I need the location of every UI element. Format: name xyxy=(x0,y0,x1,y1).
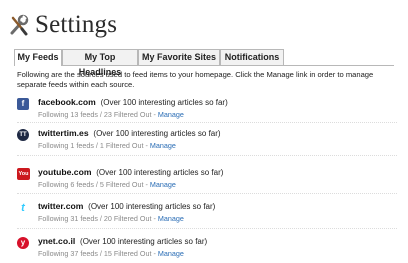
divider xyxy=(17,122,397,123)
feed-site-name: facebook.com (Over 100 interesting artic… xyxy=(38,97,228,107)
feed-site-name: youtube.com (Over 100 interesting articl… xyxy=(38,167,224,177)
tools-icon xyxy=(9,14,29,36)
intro-text: Following are the sources used to feed i… xyxy=(17,70,374,89)
feed-row: You youtube.com (Over 100 interesting ar… xyxy=(17,166,397,194)
page-title: Settings xyxy=(35,11,118,38)
manage-link[interactable]: Manage xyxy=(150,141,176,150)
manage-link[interactable]: Manage xyxy=(158,110,184,119)
feed-row: f facebook.com (Over 100 interesting art… xyxy=(17,96,397,124)
divider xyxy=(17,155,397,156)
feed-site-name: twitter.com (Over 100 interesting articl… xyxy=(38,201,216,211)
tab-my-top-headlines[interactable]: My Top Headlines xyxy=(62,49,138,77)
feed-stats: Following 37 feeds / 15 Filtered Out - M… xyxy=(38,249,184,258)
youtube-icon: You xyxy=(17,168,30,180)
manage-link[interactable]: Manage xyxy=(158,249,184,258)
tab-my-favorite-sites[interactable]: My Favorite Sites xyxy=(138,49,220,65)
twitter-bird-icon: t xyxy=(17,202,29,214)
feed-stats: Following 6 feeds / 5 Filtered Out - Man… xyxy=(38,180,176,189)
page-header: Settings xyxy=(9,9,117,41)
feed-site-name: ynet.co.il (Over 100 interesting article… xyxy=(38,236,208,246)
tab-my-feeds[interactable]: My Feeds xyxy=(14,49,62,66)
twittertimes-icon: TT xyxy=(17,129,29,141)
divider xyxy=(17,228,397,229)
feed-site-name: twittertim.es (Over 100 interesting arti… xyxy=(38,128,221,138)
ynet-icon: y xyxy=(17,237,29,249)
feed-stats: Following 31 feeds / 20 Filtered Out - M… xyxy=(38,214,184,223)
feed-row: TT twittertim.es (Over 100 interesting a… xyxy=(17,127,397,155)
tab-bar: My Feeds My Top Headlines My Favorite Si… xyxy=(14,49,394,77)
feed-stats: Following 1 feeds / 1 Filtered Out - Man… xyxy=(38,141,176,150)
manage-link[interactable]: Manage xyxy=(158,214,184,223)
facebook-icon: f xyxy=(17,98,29,110)
divider xyxy=(17,193,397,194)
tab-notifications[interactable]: Notifications xyxy=(220,49,284,65)
manage-link[interactable]: Manage xyxy=(150,180,176,189)
feed-row: t twitter.com (Over 100 interesting arti… xyxy=(17,200,397,228)
feed-stats: Following 13 feeds / 23 Filtered Out - M… xyxy=(38,110,184,119)
